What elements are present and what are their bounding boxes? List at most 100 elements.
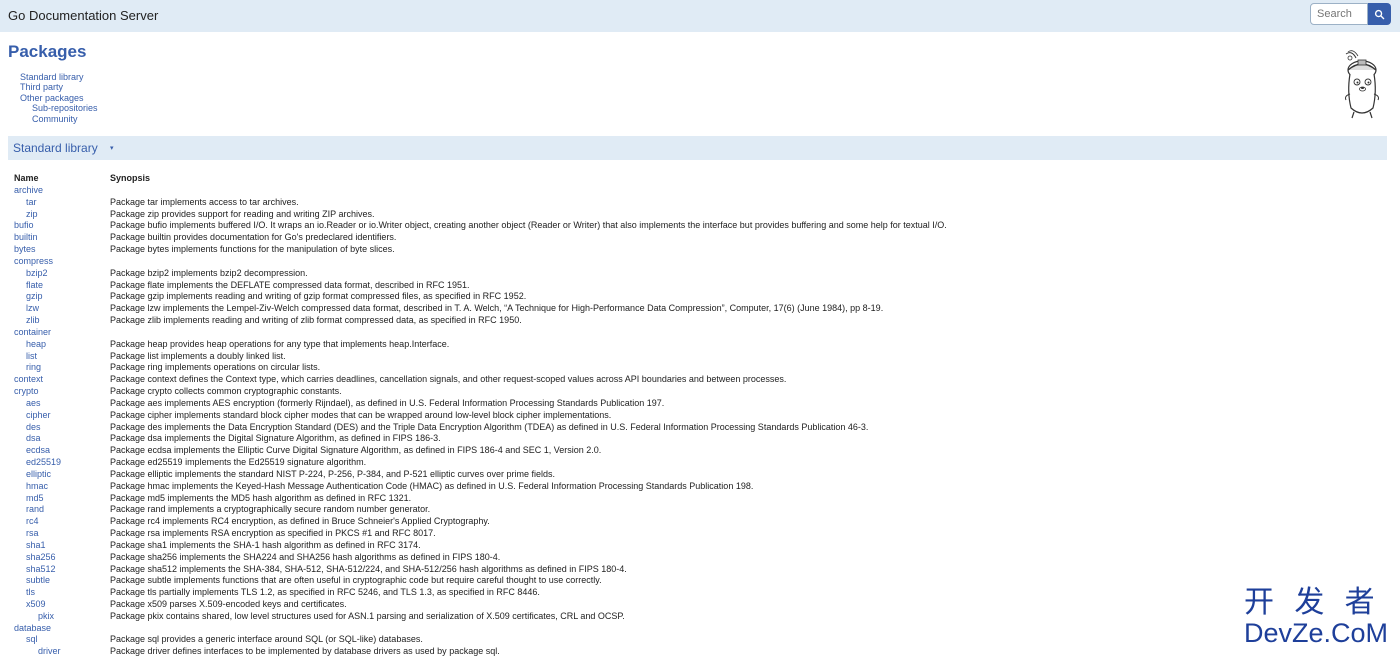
package-link-tls[interactable]: tls	[26, 587, 35, 599]
package-synopsis: Package tls partially implements TLS 1.2…	[110, 587, 540, 598]
package-link-zlib[interactable]: zlib	[26, 315, 40, 327]
package-synopsis: Package ecdsa implements the Elliptic Cu…	[110, 445, 602, 456]
table-row: gzip Package gzip implements reading and …	[14, 291, 1014, 303]
package-synopsis: Package md5 implements the MD5 hash algo…	[110, 492, 412, 503]
table-row: lzw Package lzw implements the Lempel-Ziv…	[14, 303, 1014, 315]
package-synopsis: Package hmac implements the Keyed-Hash M…	[110, 480, 754, 491]
package-link-builtin[interactable]: builtin	[14, 232, 38, 244]
package-link-md5[interactable]: md5	[26, 493, 44, 505]
toc-link-standard-library[interactable]: Standard library	[20, 72, 98, 82]
toc-link-third-party[interactable]: Third party	[20, 82, 98, 92]
package-synopsis: Package context defines the Context type…	[110, 374, 787, 385]
package-link-gzip[interactable]: gzip	[26, 291, 43, 303]
package-link-x509[interactable]: x509	[26, 599, 46, 611]
table-row: bytes Package bytes implements functions …	[14, 244, 1014, 256]
package-link-archive[interactable]: archive	[14, 185, 43, 197]
package-link-bzip2[interactable]: bzip2	[26, 268, 48, 280]
table-row: container	[14, 327, 1014, 339]
package-link-cipher[interactable]: cipher	[26, 410, 51, 422]
package-synopsis: Package sql provides a generic interface…	[110, 634, 423, 645]
table-row: dsa Package dsa implements the Digital Si…	[14, 433, 1014, 445]
gopher-mascot-icon	[1345, 50, 1379, 119]
package-link-zip[interactable]: zip	[26, 209, 38, 221]
package-synopsis: Package sha256 implements the SHA224 and…	[110, 551, 501, 562]
package-link-driver[interactable]: driver	[38, 646, 61, 658]
table-body: archive tar Package tar implements access …	[14, 185, 1014, 658]
package-link-compress[interactable]: compress	[14, 256, 53, 268]
package-link-rc4[interactable]: rc4	[26, 516, 39, 528]
package-synopsis: Package zip provides support for reading…	[110, 208, 375, 219]
package-synopsis: Package cipher implements standard block…	[110, 409, 612, 420]
standard-library-section-header[interactable]: Standard library ▾	[8, 136, 1387, 160]
package-link-aes[interactable]: aes	[26, 398, 41, 410]
table-row: md5 Package md5 implements the MD5 hash a…	[14, 493, 1014, 505]
package-link-ed25519[interactable]: ed25519	[26, 457, 61, 469]
package-link-pkix[interactable]: pkix	[38, 611, 54, 623]
watermark-logo-text: DevZe.CoM	[1244, 618, 1389, 648]
table-row: ed25519 Package ed25519 implements the Ed…	[14, 457, 1014, 469]
package-link-subtle[interactable]: subtle	[26, 575, 50, 587]
toc-link-community[interactable]: Community	[32, 114, 98, 124]
package-link-dsa[interactable]: dsa	[26, 433, 41, 445]
package-synopsis: Package zlib implements reading and writ…	[110, 315, 522, 326]
package-synopsis: Package sha1 implements the SHA-1 hash a…	[110, 539, 421, 550]
table-row: bufio Package bufio implements buffered I…	[14, 220, 1014, 232]
column-header-name: Name	[14, 173, 39, 183]
package-link-lzw[interactable]: lzw	[26, 303, 39, 315]
package-link-hmac[interactable]: hmac	[26, 481, 48, 493]
package-link-bufio[interactable]: bufio	[14, 220, 34, 232]
section-title[interactable]: Standard library	[13, 141, 98, 155]
table-row: database	[14, 623, 1014, 635]
table-row: tls Package tls partially implements TLS …	[14, 587, 1014, 599]
table-row: rsa Package rsa implements RSA encryption…	[14, 528, 1014, 540]
package-link-des[interactable]: des	[26, 422, 41, 434]
table-row: bzip2 Package bzip2 implements bzip2 deco…	[14, 268, 1014, 280]
package-synopsis: Package lzw implements the Lempel-Ziv-We…	[110, 303, 884, 314]
table-row: x509 Package x509 parses X.509-encoded ke…	[14, 599, 1014, 611]
package-link-ecdsa[interactable]: ecdsa	[26, 445, 50, 457]
collapse-arrow-icon[interactable]: ▾	[110, 144, 114, 152]
package-link-tar[interactable]: tar	[26, 197, 37, 209]
table-row: archive	[14, 185, 1014, 197]
package-link-sha1[interactable]: sha1	[26, 540, 46, 552]
package-synopsis: Package flate implements the DEFLATE com…	[110, 279, 470, 290]
table-of-contents: Standard library Third party Other packa…	[20, 72, 98, 124]
search-button[interactable]	[1368, 3, 1391, 25]
package-link-crypto[interactable]: crypto	[14, 386, 39, 398]
package-synopsis: Package bytes implements functions for t…	[110, 244, 395, 255]
package-link-context[interactable]: context	[14, 374, 43, 386]
package-synopsis: Package heap provides heap operations fo…	[110, 338, 450, 349]
table-row: zip Package zip provides support for read…	[14, 209, 1014, 221]
top-bar: Go Documentation Server	[0, 0, 1400, 32]
package-link-elliptic[interactable]: elliptic	[26, 469, 51, 481]
package-link-rsa[interactable]: rsa	[26, 528, 39, 540]
package-link-container[interactable]: container	[14, 327, 51, 339]
package-link-sql[interactable]: sql	[26, 634, 38, 646]
table-header: Name Synopsis	[14, 171, 1014, 185]
table-row: sha256 Package sha256 implements the SHA2…	[14, 552, 1014, 564]
package-synopsis: Package ring implements operations on ci…	[110, 362, 321, 373]
package-link-heap[interactable]: heap	[26, 339, 46, 351]
table-row: des Package des implements the Data Encry…	[14, 422, 1014, 434]
table-row: ring Package ring implements operations o…	[14, 362, 1014, 374]
toc-link-sub-repositories[interactable]: Sub-repositories	[32, 103, 98, 113]
package-link-sha512[interactable]: sha512	[26, 564, 56, 576]
package-link-ring[interactable]: ring	[26, 362, 41, 374]
package-synopsis: Package gzip implements reading and writ…	[110, 291, 527, 302]
package-link-sha256[interactable]: sha256	[26, 552, 56, 564]
column-header-synopsis: Synopsis	[110, 173, 151, 183]
table-row: ecdsa Package ecdsa implements the Ellipt…	[14, 445, 1014, 457]
site-title[interactable]: Go Documentation Server	[8, 8, 158, 23]
package-link-list[interactable]: list	[26, 351, 37, 363]
package-link-flate[interactable]: flate	[26, 280, 43, 292]
package-synopsis: Package x509 parses X.509-encoded keys a…	[110, 598, 347, 609]
toc-link-other-packages[interactable]: Other packages	[20, 93, 98, 103]
watermark-logo: 开 发 者	[1244, 586, 1381, 619]
package-synopsis: Package builtin provides documentation f…	[110, 232, 397, 243]
package-link-rand[interactable]: rand	[26, 504, 44, 516]
package-link-database[interactable]: database	[14, 623, 51, 635]
package-synopsis: Package bufio implements buffered I/O. I…	[110, 220, 947, 231]
search-input[interactable]	[1310, 3, 1368, 25]
package-link-bytes[interactable]: bytes	[14, 244, 36, 256]
table-row: zlib Package zlib implements reading and …	[14, 315, 1014, 327]
